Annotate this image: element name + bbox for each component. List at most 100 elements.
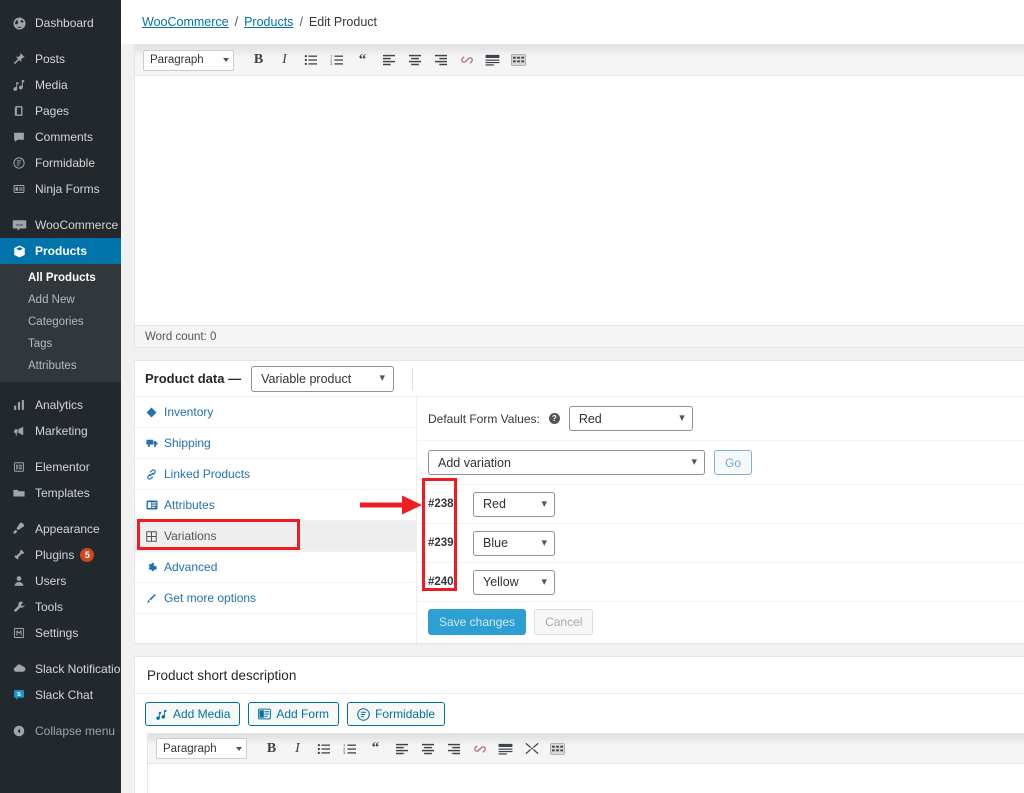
add-media-button[interactable]: Add Media bbox=[145, 702, 241, 726]
variation-attribute-select[interactable]: Blue ▾ bbox=[473, 530, 555, 556]
bold-icon[interactable]: B bbox=[247, 49, 270, 71]
blockquote-icon[interactable]: “ bbox=[351, 49, 374, 71]
sidebar-item-comments[interactable]: Comments bbox=[0, 124, 121, 150]
advanced-icon bbox=[146, 562, 164, 573]
toolbar-toggle-icon[interactable] bbox=[546, 738, 569, 760]
format-select[interactable]: Paragraph bbox=[143, 49, 234, 71]
short-description-content-area[interactable] bbox=[148, 764, 1024, 793]
linked-products-icon bbox=[146, 468, 164, 480]
variation-attribute-select[interactable]: Yellow ▾ bbox=[473, 569, 555, 595]
cancel-button[interactable]: Cancel bbox=[534, 609, 594, 635]
sidebar-item-label: Elementor bbox=[35, 460, 90, 474]
italic-icon[interactable]: I bbox=[286, 738, 309, 760]
sidebar-item-appearance[interactable]: Appearance bbox=[0, 516, 121, 542]
product-type-select[interactable]: Variable product ▾ bbox=[251, 365, 395, 392]
numbered-list-icon[interactable]: 123 bbox=[338, 738, 361, 760]
read-more-icon[interactable] bbox=[481, 49, 504, 71]
tab-get-more-options[interactable]: Get more options bbox=[135, 583, 416, 614]
sidebar-item-woocommerce[interactable]: woo WooCommerce bbox=[0, 212, 121, 238]
sidebar-item-settings[interactable]: Settings bbox=[0, 620, 121, 646]
link-icon[interactable] bbox=[468, 738, 491, 760]
short-description-metabox: Product short description Add Media Add … bbox=[134, 656, 1024, 793]
italic-icon[interactable]: I bbox=[273, 49, 296, 71]
settings-icon bbox=[9, 624, 29, 642]
tab-advanced[interactable]: Advanced bbox=[135, 552, 416, 583]
align-right-icon[interactable] bbox=[429, 49, 452, 71]
sidebar-item-label: Slack Notifications bbox=[35, 662, 121, 676]
add-form-button[interactable]: Add Form bbox=[248, 702, 340, 726]
shipping-icon bbox=[146, 438, 164, 448]
tab-attributes[interactable]: Attributes bbox=[135, 490, 416, 521]
submenu-item-add-new[interactable]: Add New bbox=[0, 289, 121, 311]
submenu-item-categories[interactable]: Categories bbox=[0, 311, 121, 333]
sidebar-item-pages[interactable]: Pages bbox=[0, 98, 121, 124]
sidebar-item-label: Tools bbox=[35, 600, 64, 614]
media-icon bbox=[9, 76, 29, 94]
help-icon[interactable]: ? bbox=[548, 413, 560, 424]
sidebar-item-dashboard[interactable]: Dashboard bbox=[0, 10, 121, 36]
bulleted-list-icon[interactable] bbox=[312, 738, 335, 760]
sidebar-item-label: Settings bbox=[35, 626, 79, 640]
chevron-down-icon: ▾ bbox=[541, 575, 547, 588]
sidebar-item-label: Posts bbox=[35, 52, 66, 66]
pages-icon bbox=[9, 102, 29, 120]
sidebar-item-posts[interactable]: Posts bbox=[0, 46, 121, 72]
sidebar-item-plugins[interactable]: Plugins 5 bbox=[0, 542, 121, 568]
bulleted-list-icon[interactable] bbox=[299, 49, 322, 71]
add-variation-select[interactable]: Add variation ▾ bbox=[428, 450, 705, 475]
sidebar-item-slack-chat[interactable]: S Slack Chat bbox=[0, 682, 121, 708]
read-more-icon[interactable] bbox=[494, 738, 517, 760]
sidebar-item-formidable[interactable]: Formidable bbox=[0, 150, 121, 176]
sidebar-item-ninja-forms[interactable]: Ninja Forms bbox=[0, 176, 121, 202]
tab-shipping[interactable]: Shipping bbox=[135, 428, 416, 459]
sidebar-item-label: Pages bbox=[35, 104, 70, 118]
go-button[interactable]: Go bbox=[714, 450, 753, 475]
sidebar-item-marketing[interactable]: Marketing bbox=[0, 418, 121, 444]
align-left-icon[interactable] bbox=[390, 738, 413, 760]
sidebar-item-users[interactable]: Users bbox=[0, 568, 121, 594]
sidebar-item-tools[interactable]: Tools bbox=[0, 594, 121, 620]
tab-variations[interactable]: Variations bbox=[135, 521, 416, 552]
submenu-item-all-products[interactable]: All Products bbox=[0, 267, 121, 289]
fullscreen-icon[interactable] bbox=[520, 738, 543, 760]
sidebar-item-slack-notifications[interactable]: Slack Notifications bbox=[0, 656, 121, 682]
submenu-item-tags[interactable]: Tags bbox=[0, 333, 121, 355]
default-form-values-select[interactable]: Red ▾ bbox=[568, 406, 693, 431]
sidebar-item-collapse-menu[interactable]: Collapse menu bbox=[0, 718, 121, 744]
product-description-editor: Paragraph B I 123 “ Word count: 0 bbox=[134, 44, 1024, 348]
formidable-button[interactable]: Formidable bbox=[347, 702, 446, 726]
editor-content-area[interactable] bbox=[135, 76, 1024, 325]
default-form-values-label: Default Form Values: bbox=[428, 411, 540, 426]
tab-inventory[interactable]: Inventory bbox=[135, 397, 416, 428]
submenu-item-attributes[interactable]: Attributes bbox=[0, 355, 121, 377]
sidebar-item-analytics[interactable]: Analytics bbox=[0, 392, 121, 418]
align-center-icon[interactable] bbox=[416, 738, 439, 760]
align-right-icon[interactable] bbox=[442, 738, 465, 760]
marketing-icon bbox=[9, 422, 29, 440]
sidebar-item-elementor[interactable]: Elementor bbox=[0, 454, 121, 480]
sidebar-item-media[interactable]: Media bbox=[0, 72, 121, 98]
numbered-list-icon[interactable]: 123 bbox=[325, 49, 348, 71]
align-center-icon[interactable] bbox=[403, 49, 426, 71]
toolbar-toggle-icon[interactable] bbox=[507, 49, 530, 71]
add-media-icon bbox=[155, 708, 168, 721]
blockquote-icon[interactable]: “ bbox=[364, 738, 387, 760]
sidebar-item-products[interactable]: Products bbox=[0, 238, 121, 264]
sidebar-item-label: Ninja Forms bbox=[35, 182, 100, 196]
variation-attribute-select[interactable]: Red ▾ bbox=[473, 491, 555, 517]
tab-linked-products[interactable]: Linked Products bbox=[135, 459, 416, 490]
format-select[interactable]: Paragraph bbox=[156, 738, 247, 759]
align-left-icon[interactable] bbox=[377, 49, 400, 71]
attributes-icon bbox=[146, 500, 164, 510]
sidebar-item-templates[interactable]: Templates bbox=[0, 480, 121, 506]
elementor-icon bbox=[9, 458, 29, 476]
breadcrumb-link-woocommerce[interactable]: WooCommerce bbox=[142, 15, 229, 29]
save-changes-button[interactable]: Save changes bbox=[428, 609, 527, 635]
link-icon[interactable] bbox=[455, 49, 478, 71]
breadcrumb-link-products[interactable]: Products bbox=[244, 15, 293, 29]
bold-icon[interactable]: B bbox=[260, 738, 283, 760]
short-description-editor: Paragraph B I 123 “ bbox=[147, 733, 1024, 793]
